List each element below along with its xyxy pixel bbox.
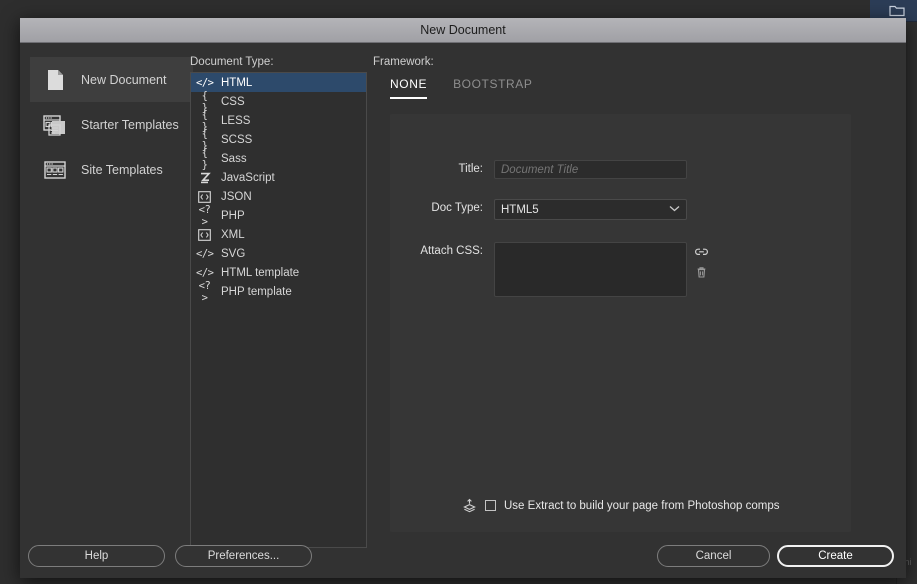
document-type-list[interactable]: </> HTML { } CSS { } LESS { } SCSS { } S…	[190, 72, 367, 548]
chevron-down-icon	[669, 204, 680, 215]
tab-bootstrap[interactable]: BOOTSTRAP	[453, 77, 532, 99]
doctype-item-label: XML	[221, 229, 245, 241]
doctype-item-label: CSS	[221, 96, 245, 108]
title-field-row: Title:	[390, 160, 687, 179]
new-document-dialog: New Document New Document	[20, 18, 906, 578]
doctype-field-row: Doc Type: HTML5	[390, 199, 687, 220]
doctype-item-sass[interactable]: { } Sass	[191, 149, 366, 168]
doctype-item-label: SCSS	[221, 134, 252, 146]
attach-css-list[interactable]	[494, 242, 687, 297]
doc-type-label: Doc Type:	[390, 199, 494, 218]
attach-css-tools	[694, 242, 709, 280]
tab-none[interactable]: NONE	[390, 77, 427, 99]
doctype-item-label: PHP template	[221, 286, 292, 298]
angle-slash-icon: </>	[196, 77, 213, 89]
help-button[interactable]: Help	[28, 545, 165, 567]
doctype-item-label: HTML	[221, 77, 252, 89]
framework-tabs: NONE BOOTSTRAP	[390, 77, 533, 99]
doctype-item-label: LESS	[221, 115, 250, 127]
doctype-item-php[interactable]: <?> PHP	[191, 206, 366, 225]
dialog-title: New Document	[420, 23, 505, 37]
preferences-button[interactable]: Preferences...	[175, 545, 312, 567]
angle-slash-icon: </>	[196, 267, 213, 279]
doc-type-select[interactable]: HTML5	[494, 199, 687, 220]
document-type-label: Document Type:	[190, 56, 274, 68]
cancel-button[interactable]: Cancel	[657, 545, 770, 567]
angle-slash-icon: </>	[196, 248, 213, 260]
title-input[interactable]	[494, 160, 687, 179]
dialog-titlebar[interactable]: New Document	[20, 18, 906, 43]
doctype-item-javascript[interactable]: JavaScript	[191, 168, 366, 187]
doctype-item-css[interactable]: { } CSS	[191, 92, 366, 111]
doctype-item-label: PHP	[221, 210, 245, 222]
angle-question-icon: <?>	[196, 280, 213, 304]
framework-content-panel: Title: Doc Type: HTML5 Attach CSS:	[390, 114, 851, 532]
doctype-item-php-template[interactable]: <?> PHP template	[191, 282, 366, 301]
dialog-body: New Document Starter Templates	[20, 43, 906, 578]
extract-option-row: Use Extract to build your page from Phot…	[462, 498, 780, 513]
doctype-item-label: JSON	[221, 191, 252, 203]
doctype-item-label: JavaScript	[221, 172, 275, 184]
extract-icon	[462, 498, 477, 513]
angle-question-icon: <?>	[196, 204, 213, 228]
doctype-item-label: Sass	[221, 153, 247, 165]
doctype-item-label: HTML template	[221, 267, 299, 279]
attach-css-label: Attach CSS:	[390, 242, 494, 261]
doctype-item-label: SVG	[221, 248, 245, 260]
boxed-angle-icon	[196, 191, 213, 203]
sidebar-item-site-templates[interactable]: Site Templates	[30, 147, 193, 192]
page-icon	[42, 67, 68, 93]
doc-type-value: HTML5	[501, 204, 539, 216]
site-template-icon	[42, 157, 68, 183]
title-label: Title:	[390, 160, 494, 179]
sidebar-item-label: Site Templates	[81, 163, 163, 177]
attach-css-field-row: Attach CSS:	[390, 242, 709, 297]
doctype-item-html[interactable]: </> HTML	[191, 73, 366, 92]
trash-icon[interactable]	[694, 265, 709, 280]
js-icon	[196, 172, 213, 184]
doctype-item-xml[interactable]: XML	[191, 225, 366, 244]
folder-icon[interactable]	[889, 4, 905, 17]
sidebar-item-label: New Document	[81, 73, 166, 87]
doctype-item-html-template[interactable]: </> HTML template	[191, 263, 366, 282]
doctype-item-json[interactable]: JSON	[191, 187, 366, 206]
extract-label: Use Extract to build your page from Phot…	[504, 500, 780, 512]
sidebar-item-new-document[interactable]: New Document	[30, 57, 193, 102]
framework-label: Framework:	[373, 56, 434, 68]
sidebar: New Document Starter Templates	[30, 57, 193, 192]
starter-template-icon	[42, 112, 68, 138]
boxed-angle-icon	[196, 229, 213, 241]
doctype-item-scss[interactable]: { } SCSS	[191, 130, 366, 149]
create-button[interactable]: Create	[777, 545, 894, 567]
doctype-item-svg[interactable]: </> SVG	[191, 244, 366, 263]
doctype-item-less[interactable]: { } LESS	[191, 111, 366, 130]
link-icon[interactable]	[694, 244, 709, 259]
sidebar-item-starter-templates[interactable]: Starter Templates	[30, 102, 193, 147]
extract-checkbox[interactable]	[485, 500, 496, 511]
sidebar-item-label: Starter Templates	[81, 118, 179, 132]
braces-icon: { }	[196, 147, 213, 171]
